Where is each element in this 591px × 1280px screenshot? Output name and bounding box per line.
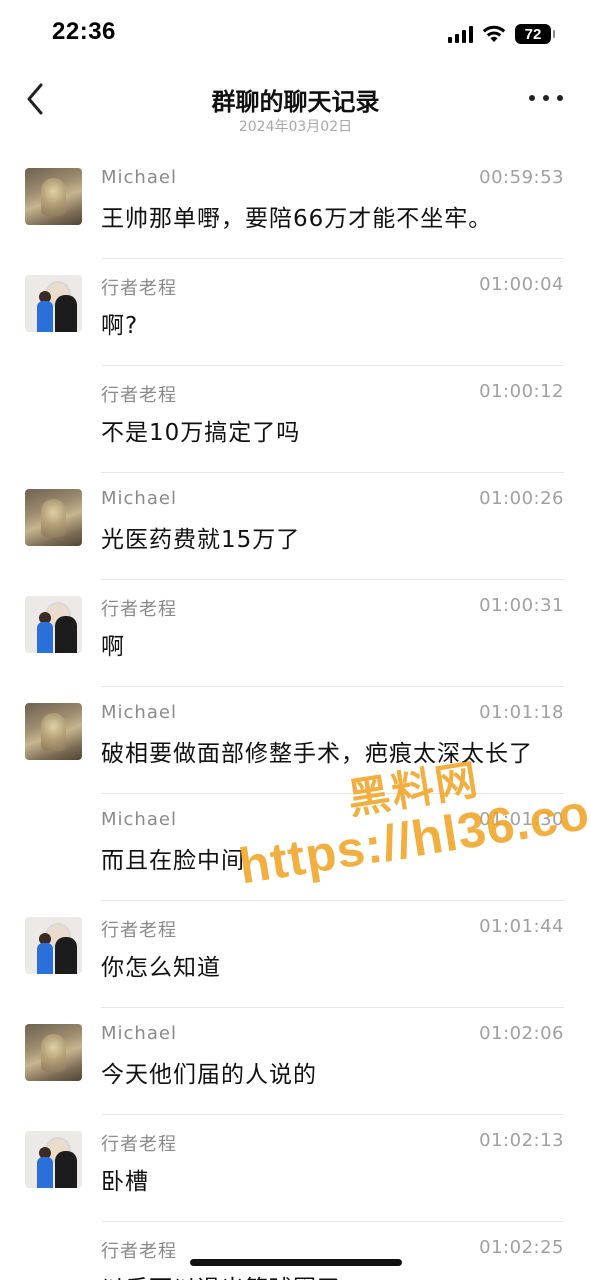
message-text: 以后可以退出篮球圈了 <box>101 1269 341 1280</box>
message-time: 01:02:25 <box>479 1237 564 1258</box>
message-row[interactable]: 行者老程 01:00:04 啊? <box>0 259 591 366</box>
message-time: 01:00:31 <box>479 595 564 616</box>
avatar[interactable] <box>25 596 82 653</box>
more-dot <box>557 95 563 101</box>
message-row[interactable]: Michael 01:00:26 光医药费就15万了 <box>0 473 591 580</box>
message-row[interactable]: 行者老程 01:00:31 啊 <box>0 580 591 687</box>
message-text: 光医药费就15万了 <box>101 527 301 553</box>
message-time: 01:01:30 <box>479 809 564 830</box>
more-dot <box>529 95 535 101</box>
signal-icon <box>448 25 473 43</box>
message-text: 王帅那单嘢，要陪66万才能不坐牢。 <box>101 206 493 232</box>
message-text: 啊? <box>101 313 139 339</box>
sender-name: Michael <box>101 488 177 509</box>
message-row[interactable]: Michael 01:02:06 今天他们届的人说的 <box>0 1008 591 1115</box>
status-icons: 72 <box>448 22 555 46</box>
message-text: 你怎么知道 <box>101 955 221 981</box>
status-time: 22:36 <box>52 18 116 45</box>
avatar[interactable] <box>25 703 82 760</box>
sender-name: Michael <box>101 809 177 830</box>
message-time: 01:02:06 <box>479 1023 564 1044</box>
message-text: 而且在脸中间 <box>101 848 245 874</box>
home-indicator[interactable] <box>190 1259 402 1266</box>
message-time: 01:00:12 <box>479 381 564 402</box>
message-text: 啊 <box>101 634 125 660</box>
sender-name: 行者老程 <box>101 385 177 406</box>
page-title: 群聊的聊天记录 <box>211 88 380 116</box>
message-row[interactable]: 行者老程 01:00:12 不是10万搞定了吗 <box>0 366 591 473</box>
sender-name: 行者老程 <box>101 920 177 941</box>
avatar[interactable] <box>25 168 82 225</box>
wifi-icon <box>482 25 506 42</box>
sender-name: Michael <box>101 702 177 723</box>
avatar[interactable] <box>25 275 82 332</box>
avatar[interactable] <box>25 1024 82 1081</box>
more-dot <box>543 95 549 101</box>
avatar[interactable] <box>25 917 82 974</box>
message-time: 01:01:44 <box>479 916 564 937</box>
message-time: 01:02:13 <box>479 1130 564 1151</box>
message-time: 01:01:18 <box>479 702 564 723</box>
battery-level: 72 <box>524 25 542 43</box>
avatar[interactable] <box>25 1131 82 1188</box>
message-time: 01:00:04 <box>479 274 564 295</box>
battery-icon: 72 <box>515 24 555 44</box>
message-row[interactable]: 行者老程 01:02:13 卧槽 <box>0 1115 591 1222</box>
message-text: 破相要做面部修整手术，疤痕太深太长了 <box>101 741 533 767</box>
message-text: 不是10万搞定了吗 <box>101 420 301 446</box>
message-row[interactable]: 行者老程 01:01:44 你怎么知道 <box>0 901 591 1008</box>
sender-name: 行者老程 <box>101 278 177 299</box>
avatar[interactable] <box>25 489 82 546</box>
message-time: 00:59:53 <box>479 167 564 188</box>
sender-name: 行者老程 <box>101 1134 177 1155</box>
sender-name: Michael <box>101 1023 177 1044</box>
message-row[interactable]: Michael 01:01:30 而且在脸中间 <box>0 794 591 901</box>
sender-name: 行者老程 <box>101 1241 177 1262</box>
status-bar: 22:36 72 <box>0 0 591 66</box>
message-row[interactable]: 行者老程 01:02:25 以后可以退出篮球圈了 <box>0 1222 591 1280</box>
sender-name: 行者老程 <box>101 599 177 620</box>
message-text: 今天他们届的人说的 <box>101 1062 317 1088</box>
message-row[interactable]: Michael 01:01:18 破相要做面部修整手术，疤痕太深太长了 <box>0 687 591 794</box>
message-row[interactable]: Michael 00:59:53 王帅那单嘢，要陪66万才能不坐牢。 <box>0 152 591 259</box>
page-subtitle-date: 2024年03月02日 <box>238 119 353 135</box>
message-time: 01:00:26 <box>479 488 564 509</box>
nav-bar: 群聊的聊天记录 2024年03月02日 <box>0 66 591 142</box>
message-text: 卧槽 <box>101 1169 149 1195</box>
more-button[interactable] <box>529 86 563 110</box>
message-list[interactable]: Michael 00:59:53 王帅那单嘢，要陪66万才能不坐牢。 行者老程 … <box>0 152 591 1280</box>
sender-name: Michael <box>101 167 177 188</box>
